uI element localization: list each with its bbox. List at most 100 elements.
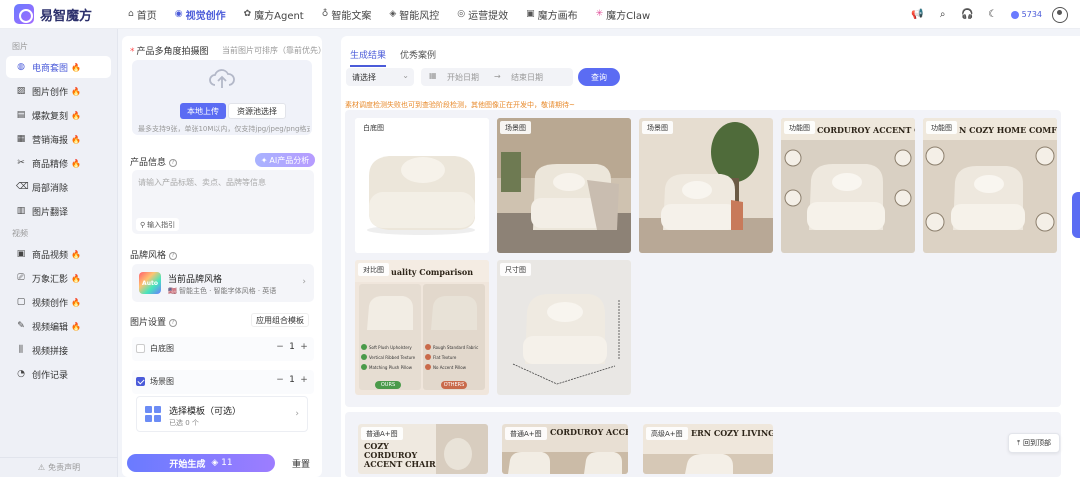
product-info-input[interactable]: 请输入产品标题、卖点、品牌等信息 ⚲ 输入指引 [132,170,314,234]
eye-icon: ◉ [174,9,183,19]
credits-value: 5734 [1021,10,1042,19]
type-select-value: 请选择 [352,72,376,82]
side-float-tab[interactable] [1072,192,1080,238]
result-card[interactable]: 场景图 [497,118,631,253]
result-card[interactable]: 功能图 CORDUROY ACCENT CHAIR [781,118,915,253]
sidebar-item-label: 万象汇影 [32,274,69,285]
warning-icon: ⚠ [37,463,46,472]
result-card[interactable]: 白底图 [355,118,489,253]
date-end[interactable]: 结束日期 [511,72,543,83]
nav-label: 智能风控 [399,10,440,22]
pro-item: Matching Plush Pillow [361,364,421,370]
sidebar-item-label: 创作记录 [32,370,69,381]
nav-operations[interactable]: ◎ 运营提效 [451,4,514,24]
sidebar-item-film[interactable]: ⎚ 万象汇影 🔥 [6,267,111,289]
info-icon[interactable]: ? [169,251,178,260]
search-icon[interactable]: ⌕ [935,7,951,23]
credits-badge[interactable]: 5734 [1010,10,1042,19]
sidebar-item-retouch[interactable]: ✂ 商品精修 🔥 [6,152,111,174]
sidebar-item-replicate[interactable]: ▤ 爆款复刻 🔥 [6,104,111,126]
result-card[interactable]: 尺寸图 [497,260,631,395]
sidebar-item-label: 营销海报 [32,135,69,146]
aplus-card[interactable]: 普通A+图 COZY CORDUROY ACCENT CHAIR [358,424,488,474]
quantity-stepper: −1 + [274,342,310,352]
card-tag: 普通A+图 [361,427,403,440]
disclaimer-link[interactable]: ⚠ 免责声明 [0,457,118,477]
upload-dropzone[interactable]: 本地上传 资源池选择 最多支持9张，单张10M以内，仅支持jpg/jpeg/pn… [132,60,312,135]
tab-showcase[interactable]: 优秀案例 [400,48,436,67]
local-upload-button[interactable]: 本地上传 [180,103,226,119]
info-icon[interactable]: ? [169,158,178,167]
apply-combo-template-button[interactable]: 应用组合模板 [251,313,309,327]
nav-risk-control[interactable]: ◈ 智能风控 [383,4,445,24]
nav-copywriting[interactable]: ♁ 智能文案 [316,4,378,24]
white-bg-checkbox[interactable] [136,344,145,353]
sidebar-item-splice[interactable]: ⫼ 视频拼接 [6,339,111,361]
nav-visual-creation[interactable]: ◉ 视觉创作 [169,4,232,24]
aplus-card[interactable]: 高级A+图 ERN COZY LIVING [643,424,773,474]
nav-agent[interactable]: ✿ 魔方Agent [238,4,310,24]
sidebar-item-label: 局部消除 [32,183,69,194]
scene-checkbox[interactable] [136,377,145,386]
card-title: uality Comparison [391,267,474,277]
sidebar-item-ecommerce-set[interactable]: ◍ 电商套图 🔥 [6,56,111,78]
required-mark: * [130,47,135,57]
query-button[interactable]: 查询 [578,68,620,86]
plus-button[interactable]: + [298,375,310,385]
info-icon[interactable]: ? [169,318,178,327]
template-name: 选择模板（可选） [169,407,242,417]
pin-icon: ⚲ [140,220,146,229]
credit-coin-icon [1010,10,1019,19]
con-item: Flat Texture [425,354,485,360]
upload-label-text: 产品多角度拍摄图 [136,47,209,57]
moon-icon[interactable]: ☾ [985,7,1001,23]
nav-home[interactable]: ⌂ 首页 [122,4,163,24]
aplus-title: CORDUROY ACCENT CHAIR [550,427,628,437]
coin-icon: ◈ [211,458,219,468]
sidebar-section-image: 图片 [12,42,28,51]
template-select-card[interactable]: 选择模板（可选） 已选 0 个 › [136,396,308,432]
sidebar-item-label: 爆款复刻 [32,111,69,122]
sidebar-item-label: 商品视频 [32,250,69,261]
sidebar-item-image-create[interactable]: ▨ 图片创作 🔥 [6,80,111,102]
back-to-top-button[interactable]: ⤒ 回到顶部 [1008,433,1060,453]
logo[interactable]: 易智魔方 [14,4,122,24]
sidebar-item-erase[interactable]: ⌫ 局部消除 [6,176,111,198]
nav-canvas[interactable]: ▣ 魔方画布 [520,4,584,24]
headset-icon[interactable]: 🎧 [960,7,976,23]
resource-pool-button[interactable]: 资源池选择 [228,103,286,119]
input-guide-button[interactable]: ⚲ 输入指引 [136,218,180,231]
minus-button[interactable]: − [274,375,286,385]
brand-style-card[interactable]: Auto 当前品牌风格 🇺🇸 智能主色 · 智能字体风格 · 英语 › [132,264,314,302]
result-card[interactable]: 对比图 uality Comparison Soft Plush Upholst… [355,260,489,395]
sidebar-item-history[interactable]: ◔ 创作记录 [6,363,111,385]
type-select[interactable]: 请选择 ⌄ [346,68,414,86]
hot-icon: 🔥 [71,62,81,72]
pro-text: Vertical Ribbed Texture [369,354,416,360]
nav-label: 魔方Claw [606,10,651,22]
home-icon: ⌂ [128,9,134,19]
plus-button[interactable]: + [298,342,310,352]
generate-button[interactable]: 开始生成 ◈ 11 [127,454,275,472]
date-start[interactable]: 开始日期 [447,72,479,83]
sidebar-item-translate[interactable]: ▥ 图片翻译 [6,200,111,222]
nav-label: 智能文案 [331,10,372,22]
aplus-card[interactable]: 普通A+图 CORDUROY ACCENT CHAIR [502,424,628,474]
minus-button[interactable]: − [274,342,286,352]
sidebar-item-video-edit[interactable]: ✎ 视频编辑 🔥 [6,315,111,337]
ai-analyze-button[interactable]: ✦ AI产品分析 [255,153,315,167]
card-tag: 对比图 [358,263,389,276]
date-range-picker[interactable]: ▦ 开始日期 → 结束日期 [421,68,573,86]
megaphone-icon[interactable]: 📢 [910,7,926,23]
nav-claw[interactable]: ✳ 魔方Claw [590,4,657,24]
result-card[interactable]: 功能图 N COZY HOME COMFORT [923,118,1057,253]
sidebar-item-video-create[interactable]: ▢ 视频创作 🔥 [6,291,111,313]
card-tag: 普通A+图 [505,427,547,440]
sidebar-item-poster[interactable]: ▦ 营销海报 🔥 [6,128,111,150]
reset-button[interactable]: 重置 [292,457,310,470]
card-tag: 功能图 [926,121,957,134]
sidebar-item-product-video[interactable]: ▣ 商品视频 🔥 [6,243,111,265]
tab-results[interactable]: 生成结果 [350,48,387,67]
avatar[interactable] [1052,6,1068,23]
result-card[interactable]: 场景图 [639,118,773,253]
